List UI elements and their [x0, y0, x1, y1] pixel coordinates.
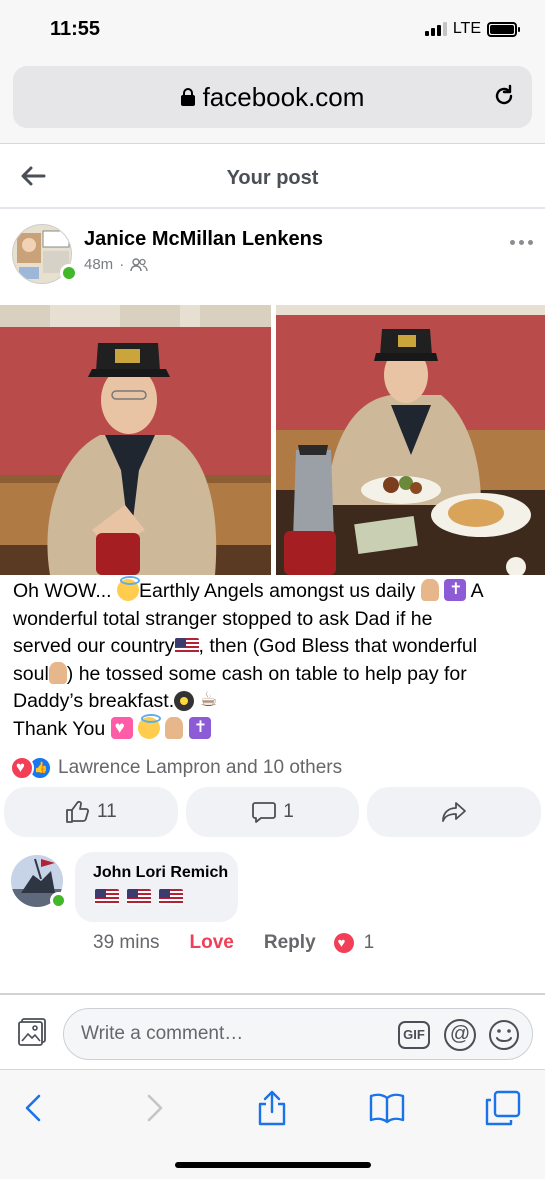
post-text-line: Thank You — [13, 713, 538, 744]
url-text: facebook.com — [202, 81, 365, 112]
share-arrow-icon — [442, 802, 467, 822]
cooking-egg-emoji-icon — [174, 691, 195, 711]
post-time[interactable]: 48m — [84, 256, 113, 273]
signal-icon — [424, 22, 447, 36]
like-count: 11 — [96, 801, 117, 822]
comment-button[interactable]: 1 — [185, 787, 360, 837]
us-flag-emoji-icon — [127, 889, 151, 905]
comment-reply-button[interactable]: Reply — [264, 932, 316, 954]
comment-time: 39 mins — [93, 932, 160, 953]
comment-love-button[interactable]: Love — [190, 932, 234, 954]
comment-love-reaction-icon[interactable] — [333, 933, 354, 953]
gif-icon[interactable]: GIF — [398, 1021, 430, 1049]
smiling-angel-emoji-icon — [138, 713, 162, 739]
online-status-dot — [60, 264, 78, 282]
reactions-text: Lawrence Lampron and 10 others — [58, 757, 343, 778]
post-text: Oh WOW... Earthly Angels amongst us dail… — [13, 576, 538, 744]
status-indicators: LTE — [424, 20, 520, 38]
friends-icon — [130, 257, 148, 271]
home-indicator — [175, 1162, 371, 1168]
like-button[interactable]: 11 — [4, 787, 178, 837]
latin-cross-emoji-icon — [444, 579, 467, 601]
commenter-name[interactable]: John Lori Remich — [93, 864, 228, 882]
browser-address-area: facebook.com — [0, 58, 545, 144]
post-text-line: Daddy’s breakfast. — [13, 687, 538, 716]
comment-reaction-count[interactable]: 1 — [364, 932, 375, 954]
comment-body — [95, 889, 183, 905]
bookmarks-icon[interactable] — [367, 1088, 407, 1128]
latin-cross-emoji-icon — [188, 716, 211, 739]
post-photo-1[interactable] — [0, 305, 271, 575]
comment-input-placeholder: Write a comment… — [81, 1023, 244, 1044]
emoji-smile-icon[interactable] — [488, 1019, 520, 1051]
status-time: 11:55 — [50, 18, 101, 40]
praying-hands-emoji-icon — [420, 579, 439, 601]
post-meta: 48m · — [84, 256, 148, 273]
praying-hands-emoji-icon — [48, 661, 67, 684]
lock-icon — [180, 88, 195, 106]
post-text-line: wonderful total stranger stopped to ask … — [13, 607, 433, 630]
meta-separator: · — [119, 256, 125, 273]
post-actions: 11 1 — [4, 787, 542, 837]
post-photos — [0, 305, 545, 575]
browser-toolbar — [0, 1069, 545, 1179]
post-text-line: served our country, then (God Bless that… — [13, 635, 478, 657]
tabs-icon[interactable] — [483, 1088, 523, 1128]
post-photo-2[interactable] — [276, 305, 545, 575]
love-reaction-icon — [10, 756, 34, 780]
reload-icon[interactable] — [492, 84, 516, 108]
browser-back-icon[interactable] — [14, 1088, 54, 1128]
post-header: Janice McMillan Lenkens 48m · — [0, 212, 545, 302]
us-flag-emoji-icon — [95, 889, 119, 905]
heart-ribbon-emoji-icon — [110, 716, 133, 739]
us-flag-emoji-icon — [174, 638, 199, 654]
praying-hands-emoji-icon — [165, 716, 184, 739]
browser-forward-icon[interactable] — [134, 1088, 174, 1128]
commenter-online-dot — [50, 892, 67, 909]
smiling-angel-emoji-icon — [117, 576, 141, 601]
mention-icon[interactable]: @ — [444, 1019, 476, 1051]
page-header: Your post — [0, 145, 545, 209]
network-label: LTE — [452, 20, 481, 37]
more-options-icon[interactable] — [510, 240, 533, 245]
comment-bubble: John Lori Remich — [75, 852, 238, 922]
reactions-summary[interactable]: Lawrence Lampron and 10 others — [10, 756, 342, 780]
comment-meta: 39 mins Love Reply 1 — [93, 932, 374, 954]
thumbs-up-icon — [66, 800, 89, 823]
share-sheet-icon[interactable] — [252, 1088, 292, 1128]
comment-composer: Write a comment… GIF @ — [0, 993, 545, 1069]
post-text-line: soul) he tossed some cash on table to he… — [13, 661, 467, 685]
comment-bubble-icon — [252, 802, 277, 823]
us-flag-emoji-icon — [159, 889, 183, 905]
photo-icon[interactable] — [17, 1017, 47, 1047]
post-text-line: Oh WOW... Earthly Angels amongst us dail… — [13, 576, 538, 606]
address-bar[interactable]: facebook.com — [13, 66, 532, 128]
author-name[interactable]: Janice McMillan Lenkens — [84, 228, 323, 251]
status-bar: 11:55 LTE — [0, 0, 545, 58]
page-title: Your post — [226, 167, 319, 189]
share-button[interactable] — [367, 787, 542, 837]
comment-input[interactable]: Write a comment… GIF @ — [63, 1008, 533, 1060]
comment-count: 1 — [283, 801, 294, 822]
battery-icon — [487, 21, 520, 37]
coffee-emoji-icon — [200, 687, 222, 715]
